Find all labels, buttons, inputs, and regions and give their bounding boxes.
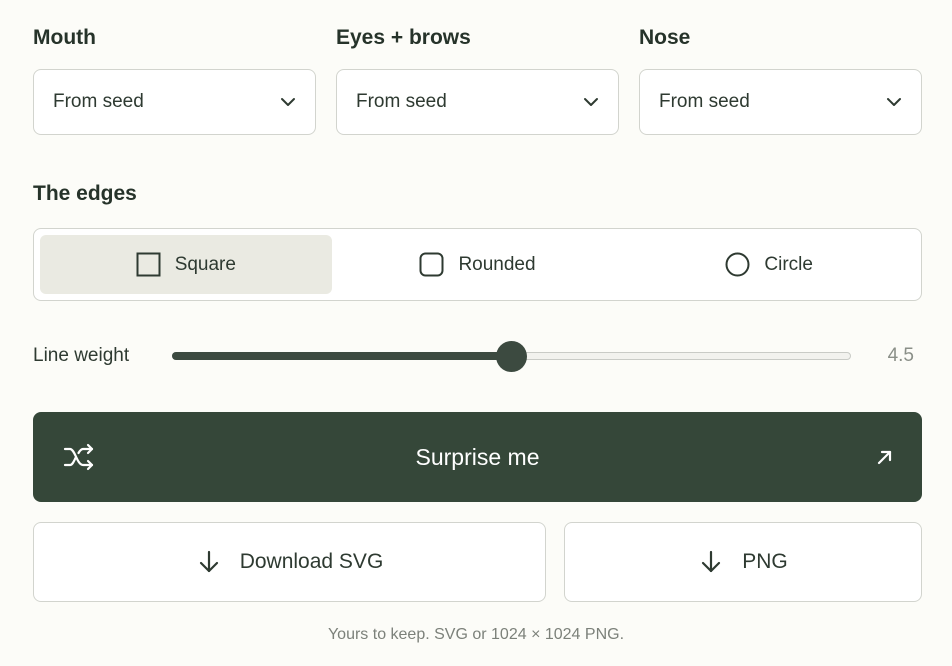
surprise-me-label: Surprise me bbox=[415, 443, 540, 470]
mouth-label: Mouth bbox=[33, 26, 96, 49]
eyes-brows-select[interactable]: From seed bbox=[336, 69, 619, 135]
surprise-me-button[interactable]: Surprise me bbox=[33, 412, 922, 502]
circle-icon bbox=[725, 252, 750, 277]
download-svg-label: Download SVG bbox=[239, 550, 384, 573]
arrow-down-icon bbox=[702, 550, 721, 573]
line-weight-slider[interactable] bbox=[171, 340, 851, 372]
nose-select-value: From seed bbox=[659, 91, 750, 112]
edges-segmented-control: Square Rounded Circle bbox=[33, 228, 922, 301]
avatar-options-panel: Mouth From seed Eyes + brows From seed N… bbox=[0, 0, 952, 666]
edge-option-circle[interactable]: Circle bbox=[623, 235, 915, 294]
eyes-brows-label: Eyes + brows bbox=[336, 26, 471, 49]
arrow-up-right-icon bbox=[877, 450, 892, 465]
download-png-label: PNG bbox=[742, 550, 788, 573]
edge-option-rounded[interactable]: Rounded bbox=[332, 235, 624, 294]
mouth-select[interactable]: From seed bbox=[33, 69, 316, 135]
chevron-down-icon bbox=[887, 98, 901, 106]
eyes-brows-select-value: From seed bbox=[356, 91, 447, 112]
shuffle-icon bbox=[63, 443, 94, 471]
slider-fill bbox=[171, 351, 512, 360]
edges-label: The edges bbox=[33, 182, 137, 205]
edge-option-label: Square bbox=[174, 253, 236, 275]
square-icon bbox=[136, 252, 161, 277]
nose-label: Nose bbox=[639, 26, 691, 49]
edge-option-label: Circle bbox=[764, 253, 813, 275]
line-weight-value: 4.5 bbox=[887, 345, 914, 366]
mouth-select-value: From seed bbox=[53, 91, 144, 112]
arrow-down-icon bbox=[199, 550, 218, 573]
rounded-square-icon bbox=[419, 252, 444, 277]
download-svg-button[interactable]: Download SVG bbox=[33, 522, 546, 602]
edge-option-label: Rounded bbox=[458, 253, 536, 275]
download-png-button[interactable]: PNG bbox=[564, 522, 922, 602]
nose-select[interactable]: From seed bbox=[639, 69, 922, 135]
chevron-down-icon bbox=[281, 98, 295, 106]
export-footnote: Yours to keep. SVG or 1024 × 1024 PNG. bbox=[327, 626, 625, 643]
line-weight-label: Line weight bbox=[33, 345, 130, 366]
chevron-down-icon bbox=[584, 98, 598, 106]
slider-thumb[interactable] bbox=[496, 340, 527, 372]
edge-option-square[interactable]: Square bbox=[40, 235, 332, 294]
